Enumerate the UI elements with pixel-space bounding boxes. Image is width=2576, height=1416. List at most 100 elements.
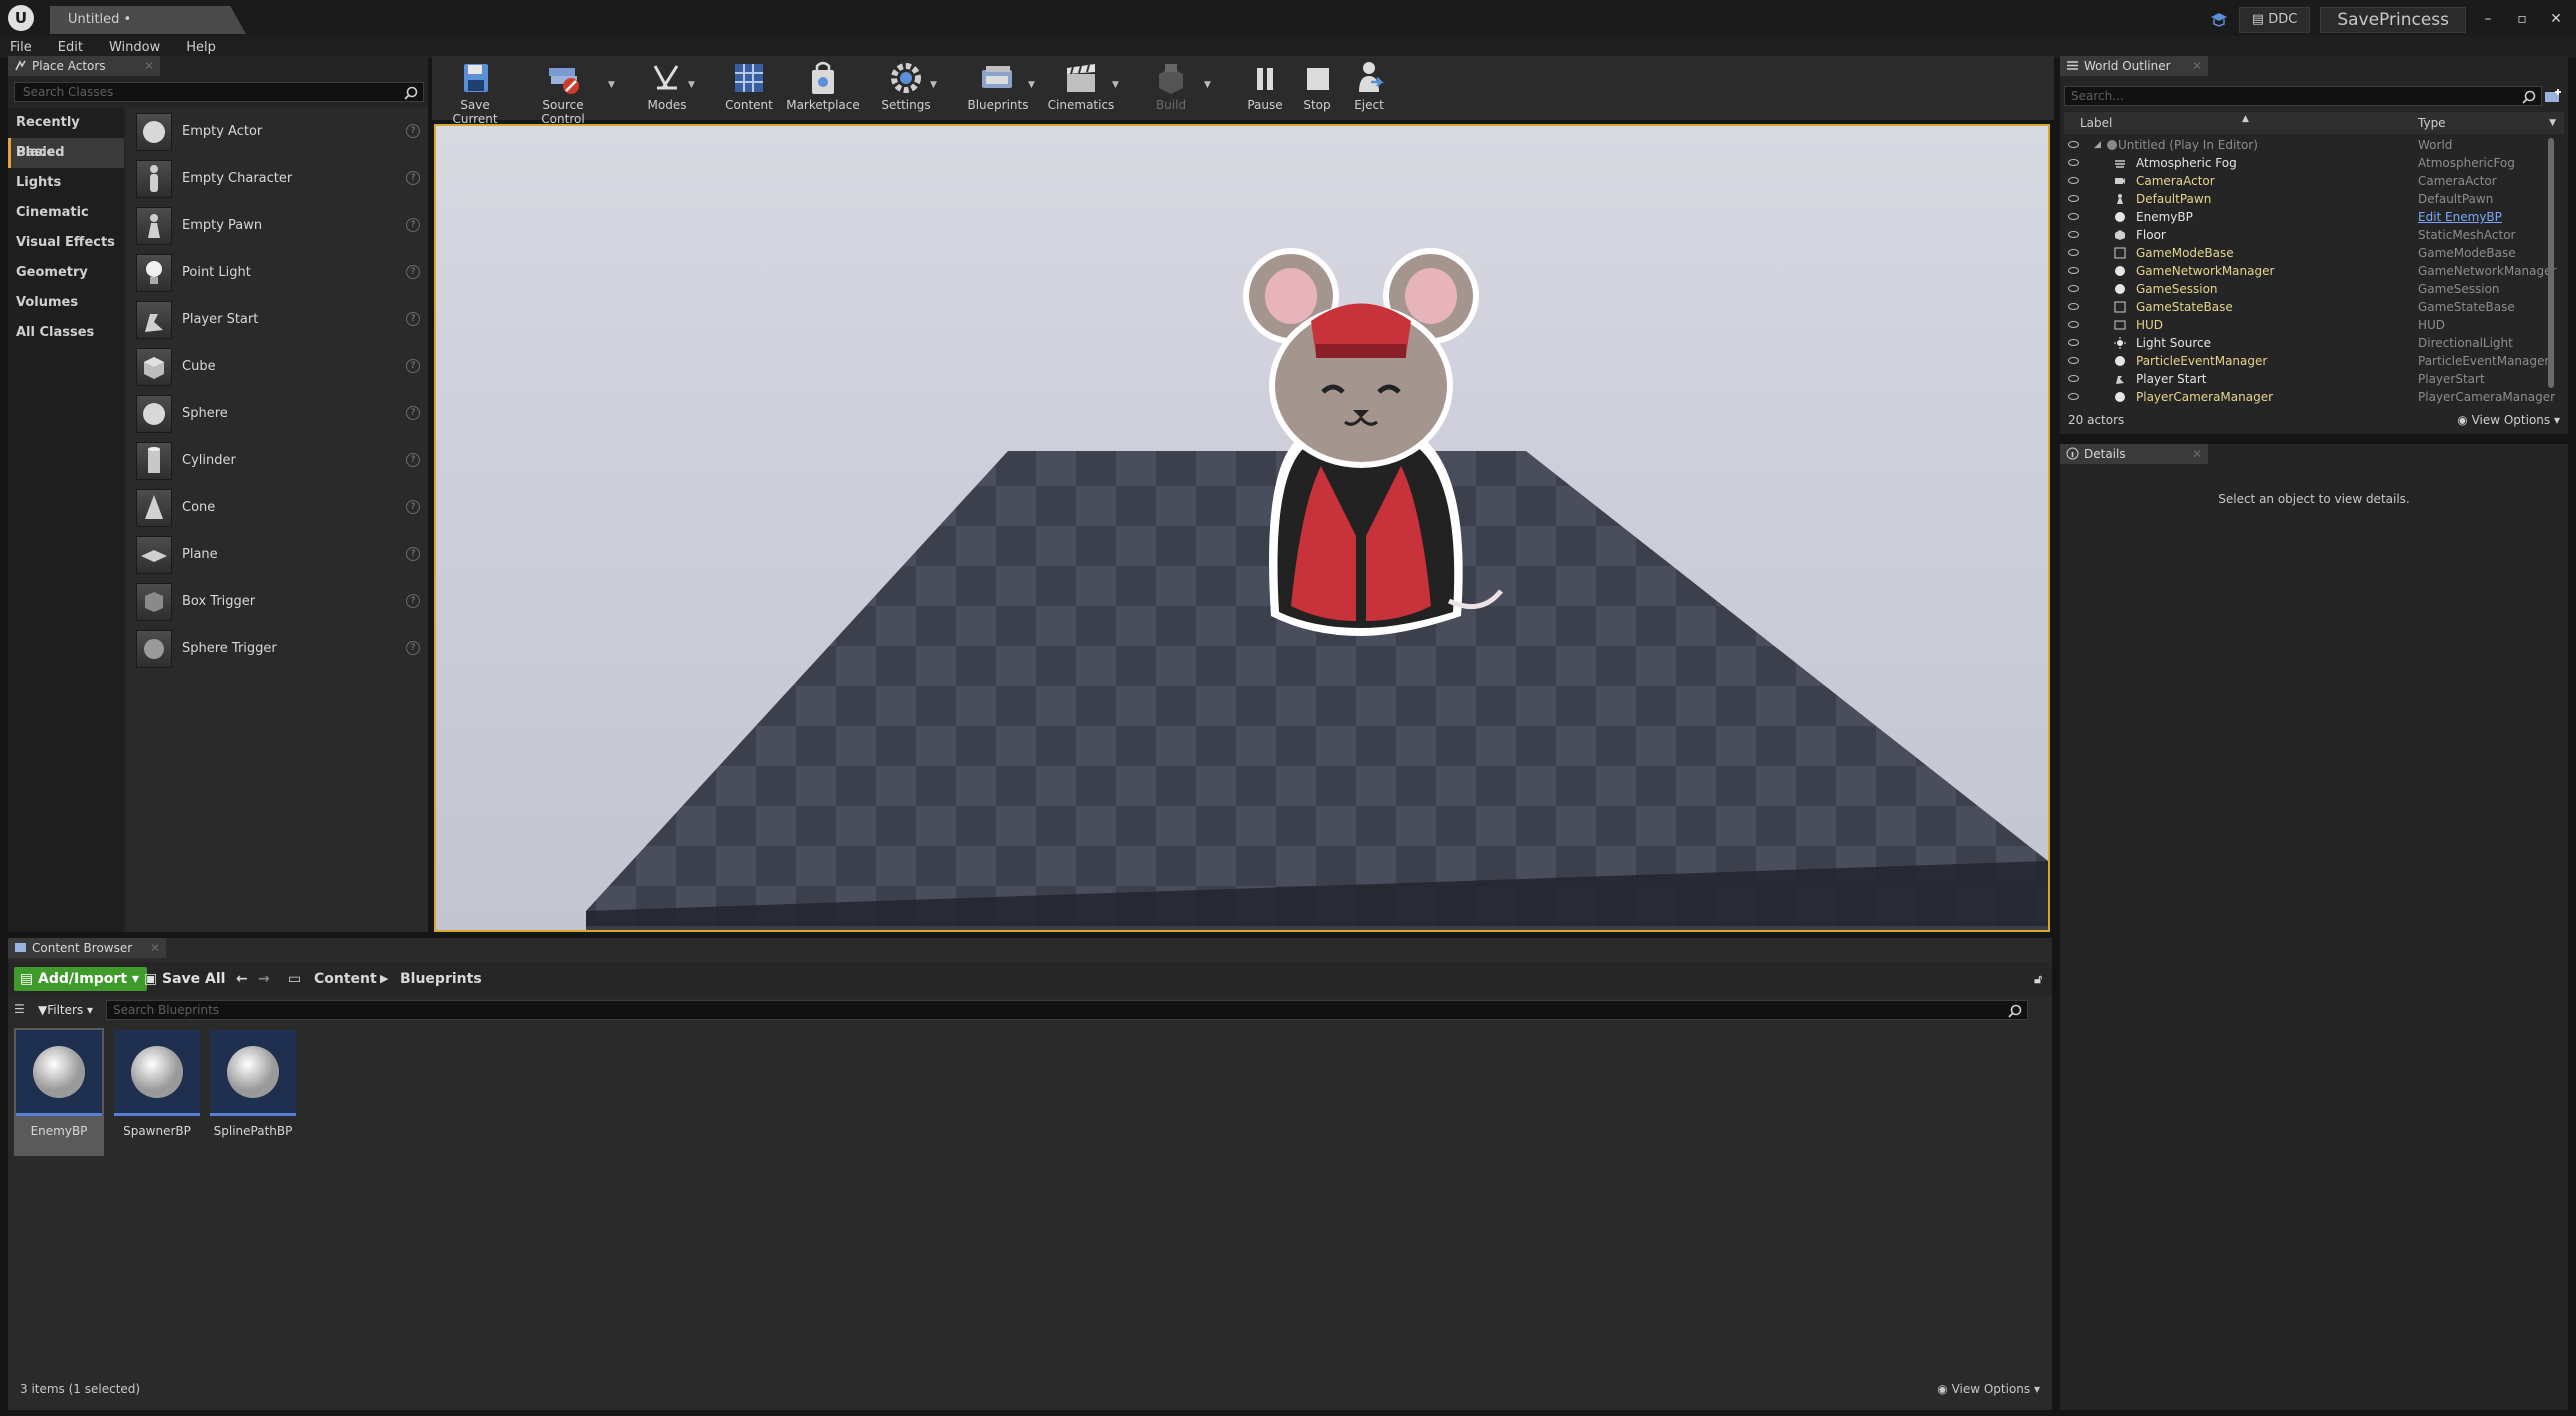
visibility-eye-icon[interactable] (2068, 141, 2079, 148)
category-all-classes[interactable]: All Classes (8, 318, 124, 348)
pause-button[interactable]: Pause (1240, 58, 1290, 112)
outliner-row[interactable]: Player Start PlayerStart (2064, 370, 2554, 388)
outliner-row[interactable]: ◢ Untitled (Play In Editor) World (2064, 136, 2554, 154)
outliner-row[interactable]: ParticleEventManager ParticleEventManage… (2064, 352, 2554, 370)
outliner-view-options-button[interactable]: ◉ View Options ▾ (2457, 410, 2560, 430)
close-icon[interactable]: ✕ (2192, 56, 2202, 76)
stop-button[interactable]: Stop (1292, 58, 1342, 112)
help-icon[interactable]: ? (406, 171, 420, 185)
modes-dropdown-icon[interactable]: ▼ (688, 80, 695, 90)
marketplace-button[interactable]: Marketplace (786, 58, 860, 112)
visibility-eye-icon[interactable] (2068, 339, 2079, 346)
settings-dropdown-icon[interactable]: ▼ (930, 80, 937, 90)
help-icon[interactable]: ? (406, 453, 420, 467)
cinematics-button[interactable]: Cinematics (1046, 58, 1116, 112)
outliner-scrollbar[interactable] (2548, 138, 2554, 388)
close-icon[interactable]: ✕ (150, 938, 160, 958)
actor-item-empty-actor[interactable]: Empty Actor ? (126, 108, 428, 155)
blueprints-button[interactable]: Blueprints (966, 58, 1030, 112)
category-cinematic[interactable]: Cinematic (8, 198, 124, 228)
breadcrumb-content[interactable]: Content (314, 967, 377, 991)
sort-dropdown-icon[interactable]: ▼ (2549, 118, 2556, 128)
tab-world-outliner[interactable]: World Outliner ✕ (2060, 56, 2208, 76)
content-view-options-button[interactable]: ◉ View Options ▾ (1937, 1382, 2040, 1396)
tab-content-browser[interactable]: Content Browser ✕ (8, 938, 166, 958)
mouse-character-sprite[interactable] (1243, 248, 1503, 636)
help-icon[interactable]: ? (406, 594, 420, 608)
modes-button[interactable]: Modes (642, 58, 692, 112)
menu-help[interactable]: Help (186, 40, 216, 55)
close-button[interactable]: ✕ (2544, 8, 2568, 32)
outliner-row[interactable]: DefaultPawn DefaultPawn (2064, 190, 2554, 208)
outliner-row[interactable]: HUD HUD (2064, 316, 2554, 334)
create-folder-icon[interactable] (2544, 88, 2562, 104)
actor-item-player-start[interactable]: Player Start ? (126, 296, 428, 343)
sources-toggle-icon[interactable]: ☰ (14, 1002, 25, 1016)
source-control-button[interactable]: Source Control (522, 58, 604, 126)
close-icon[interactable]: ✕ (2192, 444, 2202, 464)
asset-tile[interactable]: SpawnerBP (112, 1028, 202, 1156)
save-all-button[interactable]: ▣ Save All (142, 967, 225, 991)
breadcrumb-blueprints[interactable]: Blueprints (400, 967, 482, 991)
back-arrow-icon[interactable]: ← (236, 967, 248, 991)
outliner-row[interactable]: CameraActor CameraActor (2064, 172, 2554, 190)
asset-tile[interactable]: EnemyBP (14, 1028, 104, 1156)
help-icon[interactable]: ? (406, 406, 420, 420)
actor-item-empty-pawn[interactable]: Empty Pawn ? (126, 202, 428, 249)
actor-item-point-light[interactable]: Point Light ? (126, 249, 428, 296)
category-lights[interactable]: Lights (8, 168, 124, 198)
outliner-search-input[interactable]: Search... (2064, 86, 2542, 106)
outliner-row[interactable]: Floor StaticMeshActor (2064, 226, 2554, 244)
visibility-eye-icon[interactable] (2068, 159, 2079, 166)
visibility-eye-icon[interactable] (2068, 213, 2079, 220)
graduation-cap-icon[interactable] (2209, 11, 2229, 29)
eject-button[interactable]: Eject (1344, 58, 1394, 112)
outliner-row[interactable]: GameModeBase GameModeBase (2064, 244, 2554, 262)
visibility-eye-icon[interactable] (2068, 231, 2079, 238)
visibility-eye-icon[interactable] (2068, 321, 2079, 328)
visibility-eye-icon[interactable] (2068, 375, 2079, 382)
visibility-eye-icon[interactable] (2068, 285, 2079, 292)
help-icon[interactable]: ? (406, 312, 420, 326)
category-volumes[interactable]: Volumes (8, 288, 124, 318)
visibility-eye-icon[interactable] (2068, 177, 2079, 184)
content-button[interactable]: Content (724, 58, 774, 112)
help-icon[interactable]: ? (406, 359, 420, 373)
actor-item-plane[interactable]: Plane ? (126, 531, 428, 578)
category-geometry[interactable]: Geometry (8, 258, 124, 288)
close-icon[interactable]: ✕ (144, 56, 154, 76)
visibility-eye-icon[interactable] (2068, 357, 2079, 364)
visibility-eye-icon[interactable] (2068, 303, 2079, 310)
blueprints-dropdown-icon[interactable]: ▼ (1028, 80, 1035, 90)
visibility-eye-icon[interactable] (2068, 267, 2079, 274)
edit-enemybp-link[interactable]: Edit EnemyBP (2418, 208, 2502, 226)
level-tab[interactable]: Untitled • (50, 6, 246, 34)
help-icon[interactable]: ? (406, 547, 420, 561)
outliner-row[interactable]: GameNetworkManager GameNetworkManager (2064, 262, 2556, 280)
level-viewport[interactable] (434, 124, 2050, 932)
tab-details[interactable]: Details ✕ (2060, 444, 2208, 464)
help-icon[interactable]: ? (406, 124, 420, 138)
cinematics-dropdown-icon[interactable]: ▼ (1112, 80, 1119, 90)
search-blueprints-input[interactable]: Search Blueprints (106, 1000, 2028, 1020)
outliner-row[interactable]: PlayerCameraManager PlayerCameraManager (2064, 388, 2555, 406)
actor-item-box-trigger[interactable]: Box Trigger ? (126, 578, 428, 625)
lock-icon[interactable]: 🔓︎ (2034, 967, 2042, 991)
category-recently-placed[interactable]: Recently Placed (8, 108, 124, 160)
forward-arrow-icon[interactable]: → (258, 967, 270, 991)
help-icon[interactable]: ? (406, 500, 420, 514)
actor-item-sphere[interactable]: Sphere ? (126, 390, 428, 437)
category-visual-effects[interactable]: Visual Effects (8, 228, 124, 258)
asset-tile[interactable]: SplinePathBP (208, 1028, 298, 1156)
menu-file[interactable]: File (10, 40, 32, 55)
maximize-button[interactable]: ▫ (2510, 8, 2534, 32)
visibility-eye-icon[interactable] (2068, 393, 2079, 400)
search-classes-input[interactable]: Search Classes (14, 82, 424, 102)
save-current-button[interactable]: Save Current (440, 58, 510, 126)
help-icon[interactable]: ? (406, 265, 420, 279)
actor-item-cylinder[interactable]: Cylinder ? (126, 437, 428, 484)
visibility-eye-icon[interactable] (2068, 195, 2079, 202)
source-control-dropdown-icon[interactable]: ▼ (608, 80, 615, 90)
outliner-row[interactable]: EnemyBP Edit EnemyBP (2064, 208, 2554, 226)
build-button[interactable]: Build (1146, 58, 1196, 112)
